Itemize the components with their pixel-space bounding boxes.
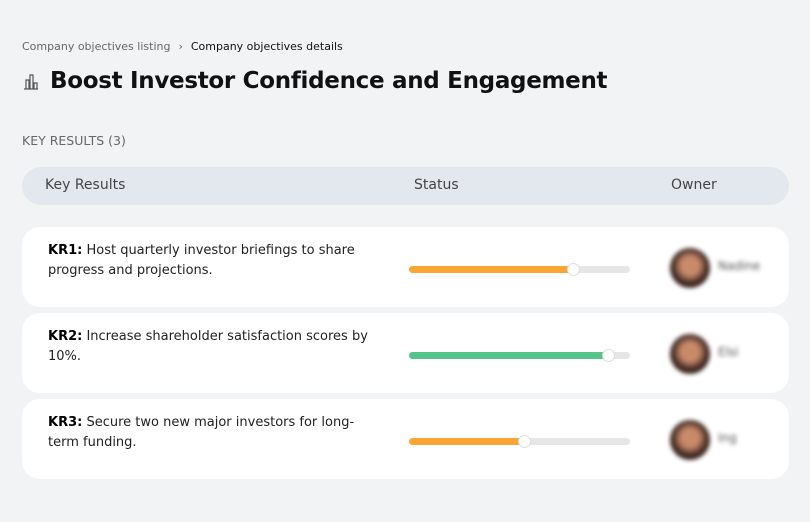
key-result-id: KR3: bbox=[48, 415, 83, 430]
slider-handle[interactable] bbox=[601, 349, 615, 362]
key-result-description: Secure two new major investors for long-… bbox=[48, 415, 355, 450]
column-header-status: Status bbox=[414, 177, 459, 193]
key-results-count: KEY RESULTS (3) bbox=[22, 133, 126, 148]
page-header: Boost Investor Confidence and Engagement bbox=[22, 68, 608, 94]
chevron-right-icon: › bbox=[178, 40, 183, 53]
key-result-text: KR3: Secure two new major investors for … bbox=[48, 413, 368, 453]
key-result-text: KR2: Increase shareholder satisfaction s… bbox=[48, 327, 368, 367]
progress-fill bbox=[409, 438, 524, 445]
column-header-key-results: Key Results bbox=[45, 177, 126, 193]
owner-name: Nadine bbox=[718, 259, 761, 273]
progress-slider[interactable] bbox=[409, 263, 630, 276]
column-header-owner: Owner bbox=[671, 177, 717, 193]
progress-fill bbox=[409, 266, 573, 273]
table-header: Key Results Status Owner bbox=[22, 167, 789, 205]
breadcrumb: Company objectives listing › Company obj… bbox=[22, 40, 343, 53]
breadcrumb-parent-link[interactable]: Company objectives listing bbox=[22, 40, 170, 53]
progress-fill bbox=[409, 352, 608, 359]
key-result-id: KR1: bbox=[48, 243, 83, 258]
key-result-description: Host quarterly investor briefings to sha… bbox=[48, 243, 355, 278]
owner-name: Elsi bbox=[718, 345, 739, 359]
progress-slider[interactable] bbox=[409, 349, 630, 362]
key-result-row[interactable]: KR2: Increase shareholder satisfaction s… bbox=[22, 313, 789, 393]
progress-slider[interactable] bbox=[409, 435, 630, 448]
key-result-text: KR1: Host quarterly investor briefings t… bbox=[48, 241, 368, 281]
key-result-row[interactable]: KR3: Secure two new major investors for … bbox=[22, 399, 789, 479]
building-chart-icon bbox=[24, 74, 38, 90]
avatar bbox=[670, 248, 710, 288]
avatar bbox=[670, 334, 710, 374]
page-title: Boost Investor Confidence and Engagement bbox=[50, 68, 608, 94]
slider-handle[interactable] bbox=[517, 435, 531, 448]
breadcrumb-current: Company objectives details bbox=[190, 40, 343, 53]
key-result-id: KR2: bbox=[48, 329, 83, 344]
avatar bbox=[670, 420, 710, 460]
slider-handle[interactable] bbox=[566, 263, 580, 276]
owner-name: Ing bbox=[718, 431, 737, 445]
key-result-row[interactable]: KR1: Host quarterly investor briefings t… bbox=[22, 227, 789, 307]
key-result-description: Increase shareholder satisfaction scores… bbox=[48, 329, 368, 364]
